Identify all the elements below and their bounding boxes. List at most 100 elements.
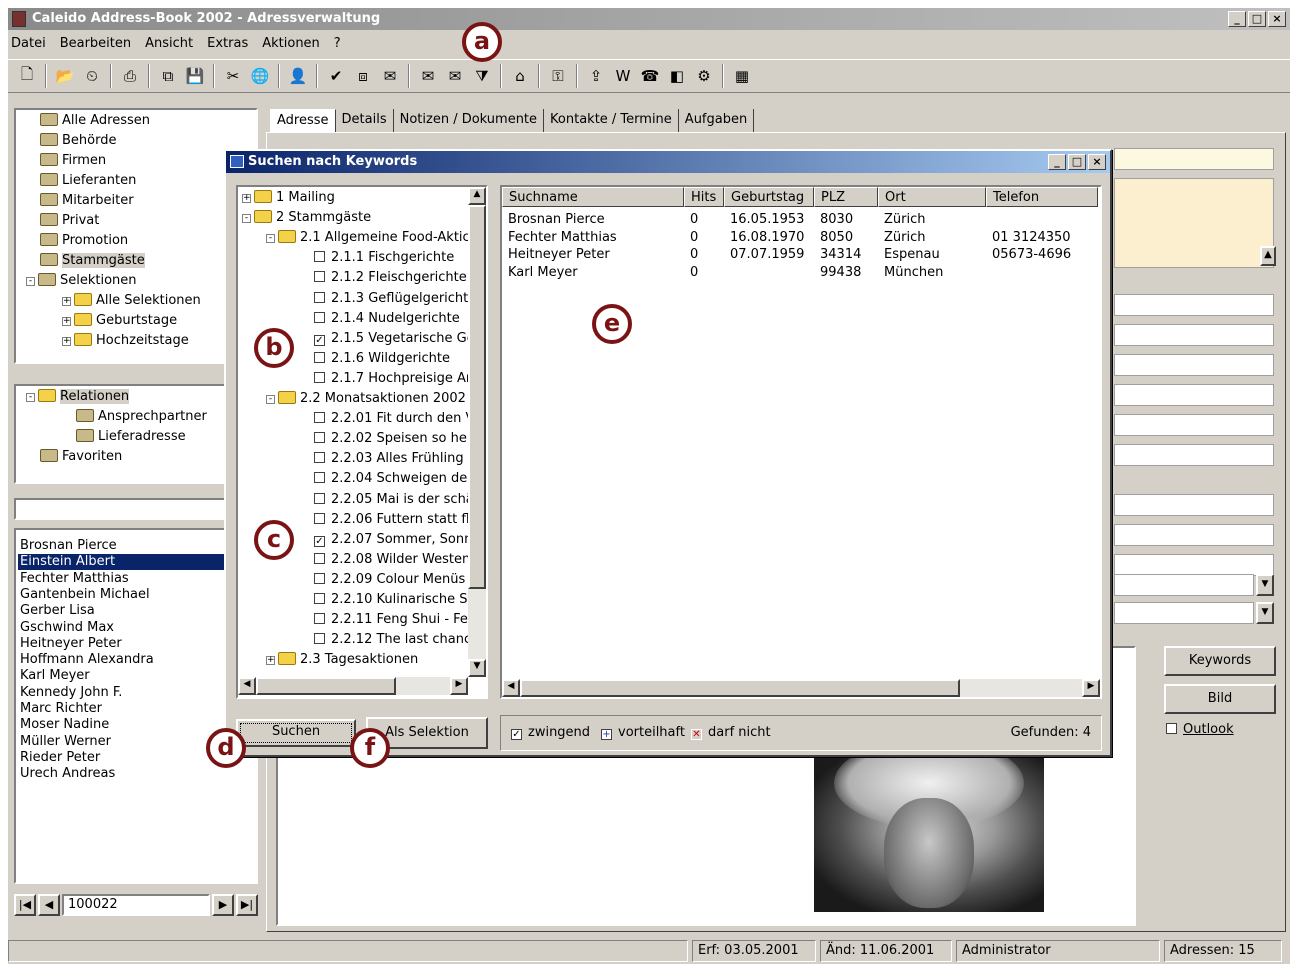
maximize-button[interactable]: □: [1248, 11, 1266, 27]
tree-item[interactable]: Alle Adressen: [26, 112, 150, 130]
keyword-item[interactable]: 2.2.12 The last chanc: [296, 631, 471, 649]
keyword-item[interactable]: 2.2.09 Colour Menüs: [296, 571, 465, 589]
tab-kontakte[interactable]: Kontakte / Termine: [544, 109, 679, 133]
record-number-field[interactable]: 100022: [62, 894, 210, 916]
filter-icon[interactable]: ⧩: [471, 65, 493, 87]
keyword-item[interactable]: 2.2.06 Futtern statt flie: [296, 511, 481, 529]
scroll-up-button[interactable]: ▲: [468, 187, 486, 205]
keyword-item[interactable]: 2.1.1 Fischgerichte: [296, 249, 454, 267]
keyword-checkbox[interactable]: ✓: [314, 535, 325, 547]
print-icon[interactable]: ⎙: [119, 65, 141, 87]
keyword-checkbox[interactable]: [314, 432, 325, 444]
address-list-item[interactable]: Heitneyer Peter: [20, 636, 122, 652]
keyword-checkbox[interactable]: [314, 593, 325, 604]
keyword-checkbox[interactable]: ✓: [314, 334, 325, 346]
mail-reply-icon[interactable]: ✉: [417, 65, 439, 87]
tab-adresse[interactable]: Adresse: [270, 109, 336, 133]
field-5[interactable]: [1114, 414, 1274, 436]
keyword-checkbox[interactable]: [314, 311, 325, 323]
tree-item[interactable]: Mitarbeiter: [26, 192, 134, 210]
mail-all-icon[interactable]: ✉: [444, 65, 466, 87]
field-4[interactable]: [1114, 384, 1274, 406]
tag-icon[interactable]: ⌂: [509, 65, 531, 87]
menu-help[interactable]: ?: [334, 33, 341, 55]
address-list-item[interactable]: Fechter Matthias: [20, 571, 129, 587]
keyword-checkbox[interactable]: [314, 552, 325, 564]
outlook-icon[interactable]: ◧: [666, 65, 688, 87]
tab-notizen[interactable]: Notizen / Dokumente: [393, 109, 545, 133]
keyword-item[interactable]: 2.2.02 Speisen so hei: [296, 430, 470, 448]
address-list-item[interactable]: Einstein Albert: [18, 554, 224, 571]
first-record-button[interactable]: |◀: [14, 894, 36, 916]
keyword-checkbox[interactable]: [314, 512, 325, 524]
expander-icon[interactable]: -: [26, 393, 35, 402]
last-record-button[interactable]: ▶|: [236, 894, 258, 916]
keyword-checkbox[interactable]: [314, 633, 325, 645]
keyword-item[interactable]: 2.2.10 Kulinarische St: [296, 591, 473, 609]
address-expand-button[interactable]: ▲: [1260, 246, 1276, 266]
results-scroll-right[interactable]: ▶: [1082, 679, 1100, 697]
cut-icon[interactable]: ✂: [222, 65, 244, 87]
close-button[interactable]: ×: [1268, 11, 1286, 27]
relation-item[interactable]: Lieferadresse: [62, 428, 186, 446]
address-list-item[interactable]: Kennedy John F.: [20, 685, 122, 701]
outlook-option[interactable]: Outlook: [1166, 722, 1234, 737]
menu-ansicht[interactable]: Ansicht: [145, 33, 193, 55]
search-button[interactable]: Suchen: [236, 719, 356, 747]
minimize-button[interactable]: _: [1228, 11, 1246, 27]
expander-icon[interactable]: -: [266, 234, 275, 244]
expander-icon[interactable]: +: [62, 337, 71, 346]
keyword-item[interactable]: ✓ 2.1.5 Vegetarische Ge: [296, 330, 475, 348]
tree-item[interactable]: + Geburtstage: [62, 312, 177, 330]
keyword-folder[interactable]: -2.1 Allgemeine Food-Aktic: [266, 229, 470, 247]
keyword-item[interactable]: 2.1.4 Nudelgerichte: [296, 310, 460, 328]
scroll-down-button[interactable]: ▼: [468, 659, 486, 677]
keywords-button[interactable]: Keywords: [1164, 646, 1276, 676]
dropdown-2[interactable]: [1114, 602, 1254, 624]
keyword-item[interactable]: 2.2.03 Alles Frühling c: [296, 450, 475, 468]
field-7[interactable]: [1114, 494, 1274, 516]
dropdown-1-arrow[interactable]: ▼: [1256, 574, 1274, 596]
new-icon[interactable]: 🗋: [16, 65, 38, 87]
keyword-checkbox[interactable]: [314, 291, 325, 303]
address-list-item[interactable]: Hoffmann Alexandra: [20, 652, 154, 668]
tree-item[interactable]: Privat: [26, 212, 99, 230]
address-list-item[interactable]: Gschwind Max: [20, 620, 114, 636]
keyword-item[interactable]: 2.2.01 Fit durch den V: [296, 410, 474, 428]
address-list-item[interactable]: Moser Nadine: [20, 717, 109, 733]
tree-item[interactable]: Firmen: [26, 152, 106, 170]
save-icon[interactable]: 💾: [184, 65, 206, 87]
expander-icon[interactable]: +: [242, 194, 251, 203]
result-row[interactable]: Fechter Matthias 0 16.08.1970 8050 Zürich 01 …: [502, 229, 1100, 247]
scroll-left-button[interactable]: ◀: [238, 677, 256, 695]
field-8[interactable]: [1114, 524, 1274, 546]
keyword-checkbox[interactable]: [314, 351, 325, 363]
keyword-item[interactable]: 2.2.11 Feng Shui - Fe: [296, 611, 468, 629]
word-icon[interactable]: W: [612, 65, 634, 87]
expander-icon[interactable]: -: [266, 395, 275, 404]
keyword-checkbox[interactable]: [314, 412, 325, 424]
tree-item[interactable]: Lieferanten: [26, 172, 136, 190]
keyword-checkbox[interactable]: [314, 472, 325, 484]
address-list-item[interactable]: Rieder Peter: [20, 750, 100, 766]
globe-icon[interactable]: 🌐: [249, 65, 271, 87]
clock-icon[interactable]: ⏲: [81, 65, 103, 87]
keyword-checkbox[interactable]: [314, 452, 325, 464]
result-row[interactable]: Heitneyer Peter 0 07.07.1959 34314 Espenau 05…: [502, 246, 1100, 264]
menu-bearbeiten[interactable]: Bearbeiten: [60, 33, 131, 55]
keyword-item[interactable]: 2.2.08 Wilder Westen: [296, 551, 470, 569]
tree-item[interactable]: Behörde: [26, 132, 116, 150]
keyword-tree-vscroll[interactable]: ▲ ▼: [468, 187, 486, 677]
field-1[interactable]: [1114, 294, 1274, 316]
dropdown-1[interactable]: [1114, 574, 1254, 596]
dropdown-2-arrow[interactable]: ▼: [1256, 602, 1274, 624]
keyword-folder[interactable]: -2 Stammgäste: [242, 209, 371, 227]
expander-icon[interactable]: +: [62, 297, 71, 306]
scroll-right-button[interactable]: ▶: [450, 677, 468, 695]
results-hscroll[interactable]: ◀ ▶: [502, 679, 1100, 697]
expander-icon[interactable]: -: [242, 214, 251, 224]
open-icon[interactable]: 📂: [54, 65, 76, 87]
address-list-item[interactable]: Karl Meyer: [20, 668, 90, 684]
relation-item[interactable]: - Relationen: [26, 388, 130, 406]
menu-aktionen[interactable]: Aktionen: [262, 33, 320, 55]
